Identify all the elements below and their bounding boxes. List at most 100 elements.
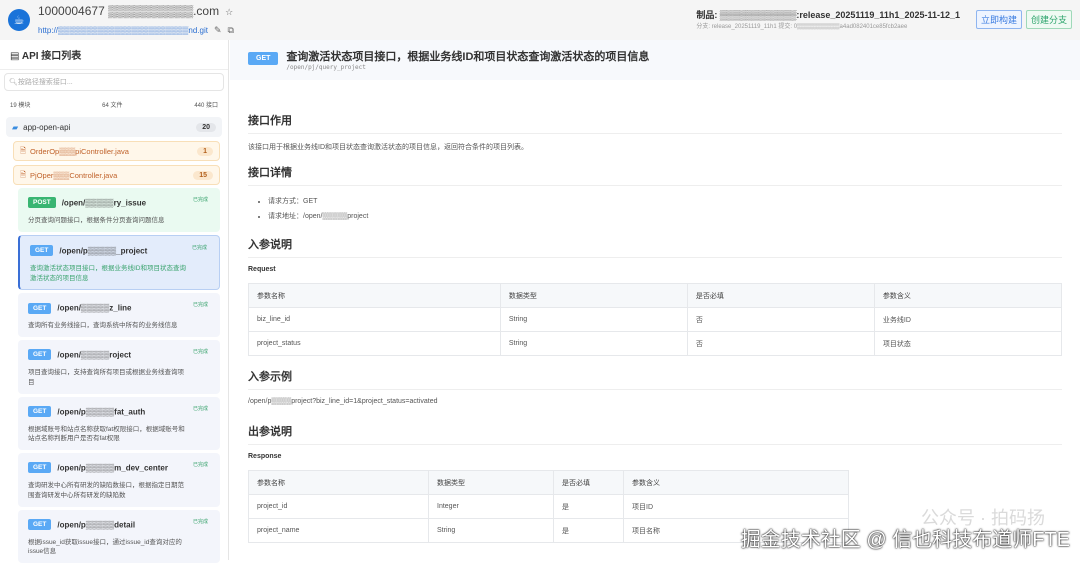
api-header: GET 查询激活状态项目接口，根据业务线ID和项目状态查询激活状态的项目信息/o… (230, 40, 1080, 80)
file-item[interactable]: 🗎OrderOp▒▒▒piController.java1 (13, 141, 220, 161)
method-badge: GET (28, 406, 51, 417)
section-example: 入参示例 (248, 368, 1062, 390)
method-badge: GET (28, 462, 51, 473)
column-header: 数据类型 (429, 471, 554, 495)
column-header: 是否必填 (554, 471, 624, 495)
module-count-badge: 20 (196, 123, 216, 132)
purpose-text: 该接口用于根据业务线ID和项目状态查询激活状态的项目信息，返回符合条件的项目列表… (248, 142, 1062, 152)
endpoint-item[interactable]: GET/open/▒▒▒▒▒roject 已完成项目查询接口，支持查询所有项目或根… (18, 340, 220, 394)
method-badge: GET (28, 303, 51, 314)
juejin-watermark: 掘金技术社区 @ 信也科技布道师FTE (741, 523, 1070, 552)
column-header: 参数含义 (624, 471, 849, 495)
endpoint-item[interactable]: GET/open/p▒▒▒▒▒detail 已完成根据issue_id获取issu… (18, 510, 220, 563)
section-purpose: 接口作用 (248, 112, 1062, 134)
endpoint-path: /open/p▒▒▒▒▒_project (59, 246, 147, 255)
request-label: Request (248, 266, 1062, 273)
endpoint-desc: 分页查询问题接口，根据条件分页查询问题信息 (28, 216, 210, 226)
method-badge: POST (28, 197, 56, 208)
status-badge: 已完成 (193, 405, 208, 412)
endpoint-item[interactable]: GET/open/p▒▒▒▒▒fat_auth已完成根据域账号和站点名称获取fa… (18, 397, 220, 451)
table-row: biz_line_idString否业务线ID (249, 308, 1062, 332)
column-header: 是否必填 (687, 284, 874, 308)
table-header: 参数名称数据类型是否必填参数含义 (249, 471, 849, 495)
search-input[interactable]: 🔍︎按路径搜索接口... (4, 73, 224, 91)
status-badge: 已完成 (193, 348, 208, 355)
repo-url[interactable]: http://▒▒▒▒▒▒▒▒▒▒▒▒▒▒▒▒▒▒▒▒▒▒▒nd.git (38, 26, 208, 35)
endpoint-path: /open/▒▒▒▒▒z_line (57, 304, 131, 313)
table-cell: String (500, 332, 687, 356)
status-badge: 已完成 (193, 518, 208, 525)
file-count-badge: 1 (197, 147, 213, 156)
detail-method: 请求方式：GET (268, 194, 1062, 209)
artifact-branch: 分支: release_20251119_11h1 提交: 0▒▒▒▒▒▒▒▒▒… (696, 21, 960, 30)
column-header: 参数含义 (874, 284, 1061, 308)
java-logo-icon: ☕ (8, 9, 30, 31)
create-branch-button[interactable]: 创建分支 (1026, 10, 1072, 29)
endpoint-desc: 查询所有业务线接口，查询系统中所有的业务线信息 (28, 321, 210, 331)
artifact-info: 制品: ▒▒▒▒▒▒▒▒▒▒▒▒:release_20251119_11h1_2… (696, 8, 960, 30)
repo-name: 1000004677 ▒▒▒▒▒▒▒▒▒▒.com (38, 4, 219, 18)
endpoint-desc: 根据issue_id获取issue接口，通过issue_id查询对应的issue… (28, 538, 210, 558)
table-cell: 项目ID (624, 495, 849, 519)
file-item[interactable]: 🗎PjOper▒▒▒Controller.java15 (13, 165, 220, 185)
sidebar: ▤ API 接口列表 🔍︎按路径搜索接口... 19 模块 64 文件 440 … (0, 40, 229, 560)
endpoint-item[interactable]: GET/open/▒▒▒▒▒z_line 已完成查询所有业务线接口，查询系统中所有… (18, 293, 220, 337)
endpoint-item[interactable]: GET/open/p▒▒▒▒▒_project 已完成查询激活状态项目接口，根据业… (18, 235, 220, 291)
request-table: 参数名称数据类型是否必填参数含义biz_line_idString否业务线IDp… (248, 283, 1062, 356)
table-cell: 是 (554, 495, 624, 519)
table-cell: 否 (687, 332, 874, 356)
file-count-badge: 15 (193, 171, 213, 180)
table-cell: 是 (554, 519, 624, 543)
endpoint-path: /open/▒▒▒▒▒ry_issue (62, 198, 146, 207)
star-icon[interactable]: ☆ (225, 7, 233, 17)
section-details: 接口详情 (248, 164, 1062, 186)
table-cell: 业务线ID (874, 308, 1061, 332)
artifact-name: 制品: ▒▒▒▒▒▒▒▒▒▒▒▒:release_20251119_11h1_2… (696, 8, 960, 21)
endpoint-desc: 查询激活状态项目接口，根据业务线ID和项目状态查询激活状态的项目信息 (30, 264, 209, 284)
module-count: 19 模块 (10, 100, 30, 109)
status-badge: 已完成 (192, 244, 207, 251)
method-badge: GET (30, 245, 53, 256)
method-badge: GET (248, 52, 278, 65)
method-badge: GET (28, 349, 51, 360)
top-bar: ☕ 1000004677 ▒▒▒▒▒▒▒▒▒▒.com ☆ http://▒▒▒▒… (0, 0, 1080, 40)
column-header: 参数名称 (249, 471, 429, 495)
api-path: /open/pj/query_project (286, 64, 649, 71)
table-cell: Integer (429, 495, 554, 519)
response-label: Response (248, 453, 1062, 460)
sidebar-title-text: API 接口列表 (22, 51, 81, 62)
table-cell: String (429, 519, 554, 543)
endpoint-desc: 项目查询接口，支持查询所有项目或根据业务线查询项目 (28, 368, 210, 388)
search-placeholder: 按路径搜索接口... (18, 79, 73, 86)
java-file-icon: 🗎 (20, 169, 26, 182)
folder-icon: ▰ (12, 123, 18, 132)
endpoint-path: /open/▒▒▒▒▒roject (57, 350, 131, 359)
section-request: 入参说明 (248, 236, 1062, 258)
column-header: 参数名称 (249, 284, 501, 308)
search-icon: 🔍︎ (9, 79, 18, 86)
table-cell: project_name (249, 519, 429, 543)
edit-icon[interactable]: ✎ (214, 25, 222, 35)
table-cell: project_status (249, 332, 501, 356)
table-header: 参数名称数据类型是否必填参数含义 (249, 284, 1062, 308)
table-cell: 项目状态 (874, 332, 1061, 356)
section-response: 出参说明 (248, 423, 1062, 445)
endpoint-item[interactable]: POST/open/▒▒▒▒▒ry_issue已完成分页查询问题接口，根据条件分… (18, 188, 220, 232)
method-badge: GET (28, 519, 51, 530)
status-badge: 已完成 (193, 301, 208, 308)
table-cell: 否 (687, 308, 874, 332)
repo-info: 1000004677 ▒▒▒▒▒▒▒▒▒▒.com ☆ http://▒▒▒▒▒▒… (38, 2, 234, 38)
copy-icon[interactable]: ⧉ (228, 25, 234, 35)
table-cell: project_id (249, 495, 429, 519)
module-name: app-open-api (23, 123, 70, 132)
column-header: 数据类型 (500, 284, 687, 308)
status-badge: 已完成 (193, 461, 208, 468)
endpoint-item[interactable]: GET/open/p▒▒▒▒▒m_dev_center已完成查询研发中心所有研发… (18, 453, 220, 507)
list-icon: ▤ (10, 51, 22, 62)
table-row: project_statusString否项目状态 (249, 332, 1062, 356)
table-cell: biz_line_id (249, 308, 501, 332)
endpoint-path: /open/p▒▒▒▒▒detail (57, 520, 135, 529)
build-now-button[interactable]: 立即构建 (976, 10, 1022, 29)
sidebar-title: ▤ API 接口列表 (0, 40, 228, 70)
module-item[interactable]: ▰ app-open-api 20 (6, 117, 222, 137)
